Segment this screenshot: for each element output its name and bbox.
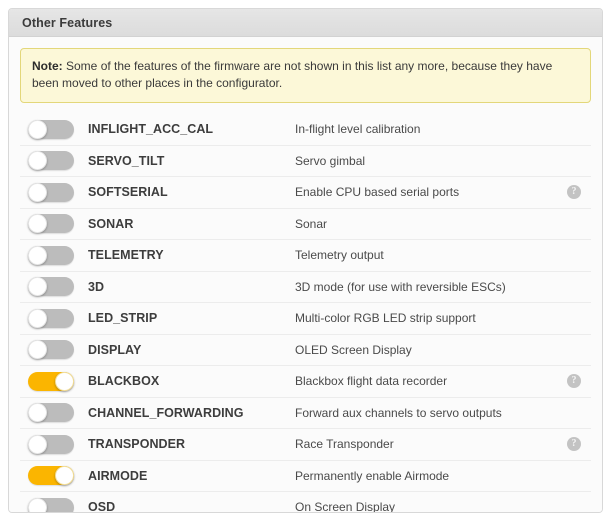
- feature-row: TELEMETRYTelemetry output?: [20, 240, 591, 272]
- feature-toggle-inflight_acc_cal[interactable]: [28, 119, 74, 139]
- feature-description-label: Enable CPU based serial ports: [295, 185, 460, 200]
- feature-name-label: CHANNEL_FORWARDING: [88, 405, 244, 420]
- feature-toggle-telemetry[interactable]: [28, 245, 74, 265]
- toggle-knob-icon: [55, 371, 74, 391]
- note-text: Some of the features of the firmware are…: [32, 59, 553, 90]
- feature-list: INFLIGHT_ACC_CAL In-flight level calibrat…: [20, 114, 591, 513]
- other-features-panel: Other Features Note: Some of the feature…: [8, 8, 603, 513]
- toggle-knob-icon: [28, 214, 47, 234]
- feature-row: BLACKBOX Blackbox flight data recorder?: [20, 366, 591, 398]
- feature-name-label: OSD: [88, 500, 116, 513]
- toggle-knob-icon: [28, 340, 47, 360]
- toggle-knob-icon: [28, 308, 47, 328]
- toggle-knob-icon: [28, 434, 47, 454]
- feature-description-label: In-flight level calibration: [295, 122, 421, 137]
- note-label: Note:: [32, 59, 63, 73]
- toggle-knob-icon: [55, 466, 74, 486]
- feature-toggle-led_strip[interactable]: [28, 308, 74, 328]
- toggle-knob-icon: [28, 119, 47, 139]
- toggle-knob-icon: [28, 403, 47, 423]
- feature-row: LED_STRIP Multi-color RGB LED strip suppo…: [20, 303, 591, 335]
- feature-name-label: AIRMODE: [88, 468, 148, 483]
- feature-row: SERVO_TILTServo gimbal?: [20, 146, 591, 177]
- feature-row: 3D 3D mode (for use with reversible ESCs)…: [20, 272, 591, 303]
- feature-description-label: 3D mode (for use with reversible ESCs): [295, 279, 506, 294]
- toggle-knob-icon: [28, 497, 47, 512]
- feature-name-label: TRANSPONDER: [88, 437, 186, 452]
- feature-toggle-airmode[interactable]: [28, 466, 74, 486]
- feature-name-label: DISPLAY: [88, 342, 142, 357]
- feature-row: CHANNEL_FORWARDING Forward aux channels t…: [20, 398, 591, 429]
- help-icon[interactable]: ?: [567, 185, 581, 200]
- feature-name-label: SONAR: [88, 216, 134, 231]
- feature-description-label: Servo gimbal: [295, 153, 366, 168]
- feature-row: SOFTSERIAL Enable CPU based serial ports?: [20, 177, 591, 209]
- feature-row: DISPLAYOLED Screen Display?: [20, 335, 591, 366]
- feature-name-label: SERVO_TILT: [88, 153, 165, 168]
- feature-toggle-3d[interactable]: [28, 277, 74, 297]
- feature-row: AIRMODEPermanently enable Airmode?: [20, 461, 591, 492]
- feature-name-label: INFLIGHT_ACC_CAL: [88, 122, 214, 137]
- feature-name-label: SOFTSERIAL: [88, 185, 168, 200]
- feature-description-label: Telemetry output: [295, 248, 384, 263]
- feature-toggle-transponder[interactable]: [28, 434, 74, 454]
- feature-description-label: Race Transponder: [295, 437, 394, 452]
- toggle-knob-icon: [28, 151, 47, 171]
- note-callout: Note: Some of the features of the firmwa…: [20, 48, 591, 103]
- toggle-knob-icon: [28, 245, 47, 265]
- feature-toggle-servo_tilt[interactable]: [28, 151, 74, 171]
- toggle-knob-icon: [28, 182, 47, 202]
- feature-row: TRANSPONDER Race Transponder?: [20, 429, 591, 461]
- feature-toggle-display[interactable]: [28, 340, 74, 360]
- feature-row: OSDOn Screen Display?: [20, 492, 591, 513]
- feature-name-label: BLACKBOX: [88, 374, 160, 389]
- feature-toggle-softserial[interactable]: [28, 182, 74, 202]
- feature-name-label: LED_STRIP: [88, 311, 158, 326]
- feature-toggle-channel_forwarding[interactable]: [28, 403, 74, 423]
- feature-row: SONARSonar?: [20, 209, 591, 240]
- panel-body: Note: Some of the features of the firmwa…: [9, 37, 602, 513]
- feature-row: INFLIGHT_ACC_CAL In-flight level calibrat…: [20, 114, 591, 146]
- feature-description-label: Multi-color RGB LED strip support: [295, 311, 476, 326]
- feature-description-label: Blackbox flight data recorder: [295, 374, 448, 389]
- feature-toggle-blackbox[interactable]: [28, 371, 74, 391]
- page-title: Other Features: [22, 15, 113, 30]
- help-icon[interactable]: ?: [567, 374, 581, 389]
- feature-name-label: TELEMETRY: [88, 248, 164, 263]
- feature-description-label: OLED Screen Display: [295, 342, 412, 357]
- feature-description-label: Forward aux channels to servo outputs: [295, 405, 502, 420]
- feature-toggle-sonar[interactable]: [28, 214, 74, 234]
- feature-toggle-osd[interactable]: [28, 497, 74, 512]
- help-icon[interactable]: ?: [567, 437, 581, 452]
- feature-description-label: Permanently enable Airmode: [295, 468, 450, 483]
- feature-description-label: On Screen Display: [295, 500, 396, 513]
- feature-name-label: 3D: [88, 279, 105, 294]
- panel-header: Other Features: [9, 9, 602, 37]
- toggle-knob-icon: [28, 277, 47, 297]
- feature-description-label: Sonar: [295, 216, 328, 231]
